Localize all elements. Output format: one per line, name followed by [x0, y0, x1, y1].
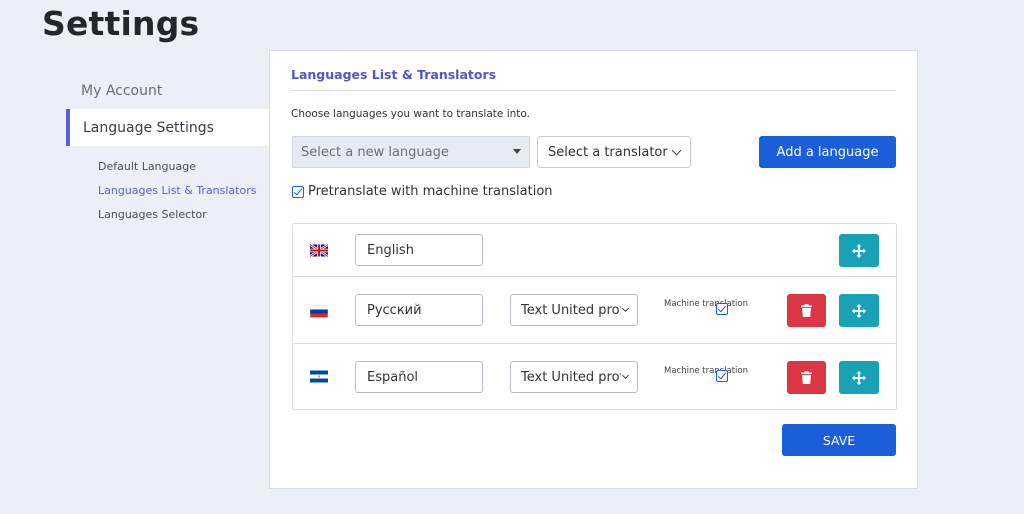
chevron-down-icon	[621, 304, 630, 313]
move-button[interactable]	[839, 234, 879, 267]
machine-translation-label: Machine translation	[664, 366, 748, 376]
sidebar-subitem-languages-list[interactable]: Languages List & Translators	[98, 178, 270, 202]
move-button[interactable]	[839, 294, 879, 327]
panel-description: Choose languages you want to translate i…	[291, 108, 530, 120]
translator-select[interactable]: Text United professional	[510, 361, 638, 393]
sidebar-item-my-account[interactable]: My Account	[66, 72, 270, 109]
language-name-field[interactable]: Русский	[355, 294, 483, 326]
sidebar: My Account Language Settings Default Lan…	[66, 72, 270, 226]
machine-translation-checkbox[interactable]	[716, 303, 728, 315]
move-button[interactable]	[839, 361, 879, 394]
language-select-placeholder: Select a new language	[301, 144, 449, 160]
delete-button[interactable]	[787, 361, 826, 394]
chevron-down-icon	[621, 371, 630, 380]
sidebar-subitem-languages-selector[interactable]: Languages Selector	[98, 202, 270, 226]
translator-select[interactable]: Select a translator	[537, 136, 691, 168]
move-arrows-icon	[852, 303, 866, 318]
translator-value: Text United professional	[521, 302, 621, 318]
languages-table: English Русский Text United professional	[292, 223, 897, 410]
caret-down-icon	[513, 149, 521, 154]
sidebar-subitem-default-language[interactable]: Default Language	[98, 154, 270, 178]
chevron-down-icon	[671, 145, 682, 156]
translator-select-placeholder: Select a translator	[548, 144, 668, 160]
languages-panel: Languages List & Translators Choose lang…	[269, 50, 918, 489]
translator-value: Text United professional	[521, 369, 621, 385]
trash-icon	[801, 304, 812, 317]
sidebar-item-language-settings[interactable]: Language Settings	[66, 109, 270, 146]
russia-flag-icon	[310, 305, 328, 318]
uk-flag-icon	[310, 244, 328, 257]
language-row-russian: Русский Text United professional Machine…	[293, 277, 896, 344]
panel-heading: Languages List & Translators	[291, 67, 896, 91]
language-select[interactable]: Select a new language	[292, 136, 530, 168]
page-title: Settings	[42, 4, 200, 43]
delete-button[interactable]	[787, 294, 826, 327]
machine-translation-checkbox[interactable]	[716, 370, 728, 382]
language-row-english: English	[293, 224, 896, 277]
pretranslate-label: Pretranslate with machine translation	[308, 184, 553, 199]
language-name-field[interactable]: Español	[355, 361, 483, 393]
machine-translation-label: Machine translation	[664, 299, 748, 309]
move-arrows-icon	[852, 243, 866, 258]
add-language-button[interactable]: Add a language	[759, 136, 896, 168]
el-salvador-flag-icon	[310, 370, 328, 383]
save-button[interactable]: SAVE	[782, 424, 896, 456]
pretranslate-checkbox[interactable]	[292, 185, 304, 198]
move-arrows-icon	[852, 370, 866, 385]
trash-icon	[801, 371, 812, 384]
language-name-field[interactable]: English	[355, 234, 483, 266]
language-row-spanish: Español Text United professional Machine…	[293, 344, 896, 410]
pretranslate-option[interactable]: Pretranslate with machine translation	[292, 184, 553, 199]
sidebar-submenu: Default Language Languages List & Transl…	[66, 154, 270, 226]
translator-select[interactable]: Text United professional	[510, 294, 638, 326]
